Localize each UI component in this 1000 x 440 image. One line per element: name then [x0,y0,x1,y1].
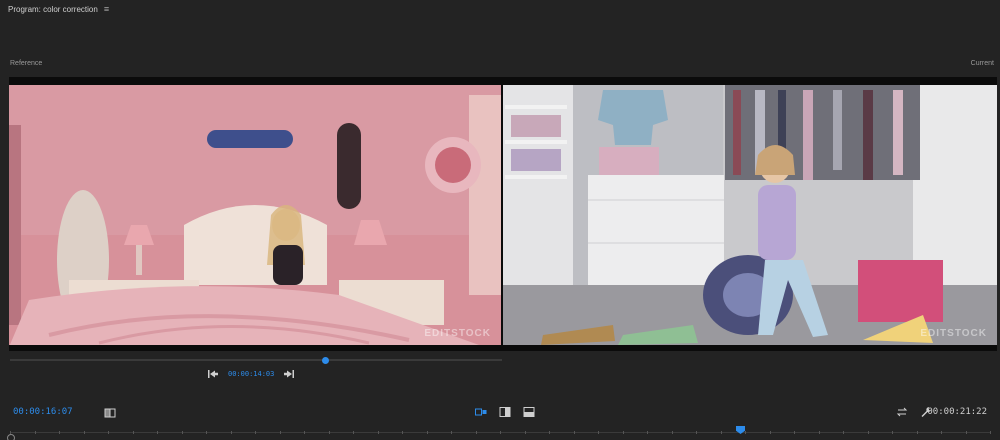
swap-sides-icon[interactable] [895,406,909,418]
comparison-view-toggle-icon[interactable] [103,407,117,419]
current-label: Current [970,60,994,67]
ruler-tick [328,431,330,434]
ruler-tick [573,431,575,434]
ruler-tick [745,431,746,434]
ruler-tick [843,431,844,434]
ruler-tick [59,431,60,434]
ruler-tick [622,431,624,434]
hamburger-icon[interactable]: ≡ [104,4,109,14]
ruler-tick [304,431,305,434]
ruler-tick [10,431,11,434]
reference-controls: 00:00:14:03 [206,368,296,380]
ruler-tick [769,431,771,434]
ruler-tick [916,431,918,434]
zoom-handle-icon[interactable] [7,434,15,440]
ruler-tick [157,431,158,434]
ruler-tick [647,431,648,434]
ruler-tick [206,431,207,434]
horizontal-split-icon[interactable] [522,406,536,418]
ruler-tick [377,431,379,434]
ruler-tick [524,431,526,434]
reference-label: Reference [10,60,43,67]
reference-timecode[interactable]: 00:00:14:03 [228,370,274,378]
reference-frame: EDITSTOCK [9,85,501,345]
ruler-tick [181,431,183,434]
ruler-tick [598,431,599,434]
ruler-tick [500,431,501,434]
right-watermark: EDITSTOCK [920,328,987,339]
reference-scrubber-handle[interactable] [321,357,329,364]
reference-video-image [9,85,501,345]
ruler-tick [83,431,85,434]
ruler-tick [402,431,403,434]
ruler-tick [867,431,869,434]
panel-title: Program: color correction [8,4,98,14]
ruler-tick [818,431,820,434]
ruler-tick [720,431,722,434]
panel-header: Program: color correction ≡ [0,0,1000,18]
ruler-tick [892,431,893,434]
ruler-tick [34,431,36,434]
ruler-tick [671,431,673,434]
vertical-split-icon[interactable] [498,406,512,418]
comparison-mode-buttons [474,406,536,418]
playhead-timecode[interactable]: 00:00:16:07 [13,407,73,417]
ruler-tick [451,431,452,434]
current-video-image [503,85,997,345]
ruler-tick [426,431,428,434]
ruler-tick [255,431,256,434]
transport-bar: 00:00:16:07 00:00:21:22 [0,400,1000,424]
ruler-tick [279,431,281,434]
left-watermark: EDITSTOCK [424,328,491,339]
step-back-icon[interactable] [206,368,220,380]
ruler-tick [965,431,967,434]
program-viewer[interactable]: EDITSTOCK EDITSTOCK [9,77,997,351]
ruler-tick [990,431,991,434]
ruler-tick [549,431,550,434]
timeline-ruler[interactable] [0,426,1000,440]
reference-scrubber-track[interactable] [10,359,502,361]
side-by-side-icon[interactable] [474,406,488,418]
ruler-tick [475,431,477,434]
duration-timecode: 00:00:21:22 [927,407,987,417]
ruler-tick [230,431,232,434]
step-forward-icon[interactable] [282,368,296,380]
ruler-tick [696,431,697,434]
current-frame: EDITSTOCK [503,85,997,345]
ruler-tick [108,431,109,434]
ruler-tick [794,431,795,434]
ruler-tick [132,431,134,434]
ruler-tick [353,431,354,434]
ruler-tick [941,431,942,434]
